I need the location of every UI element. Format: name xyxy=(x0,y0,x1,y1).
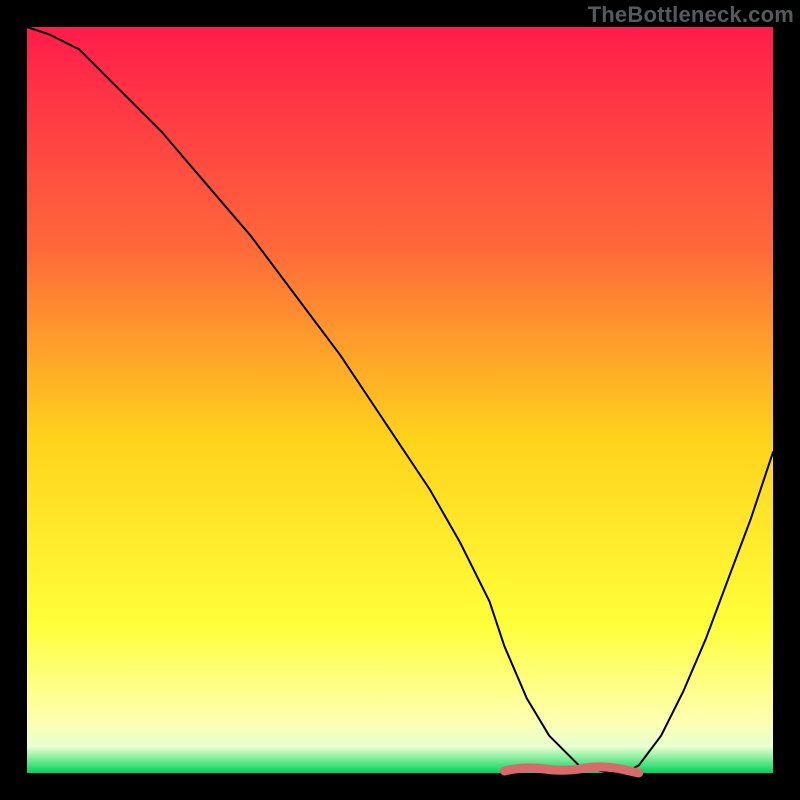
gradient-background xyxy=(27,27,773,773)
optimum-range-marker xyxy=(504,767,638,773)
chart-stage: TheBottleneck.com xyxy=(0,0,800,800)
bottleneck-chart xyxy=(0,0,800,800)
